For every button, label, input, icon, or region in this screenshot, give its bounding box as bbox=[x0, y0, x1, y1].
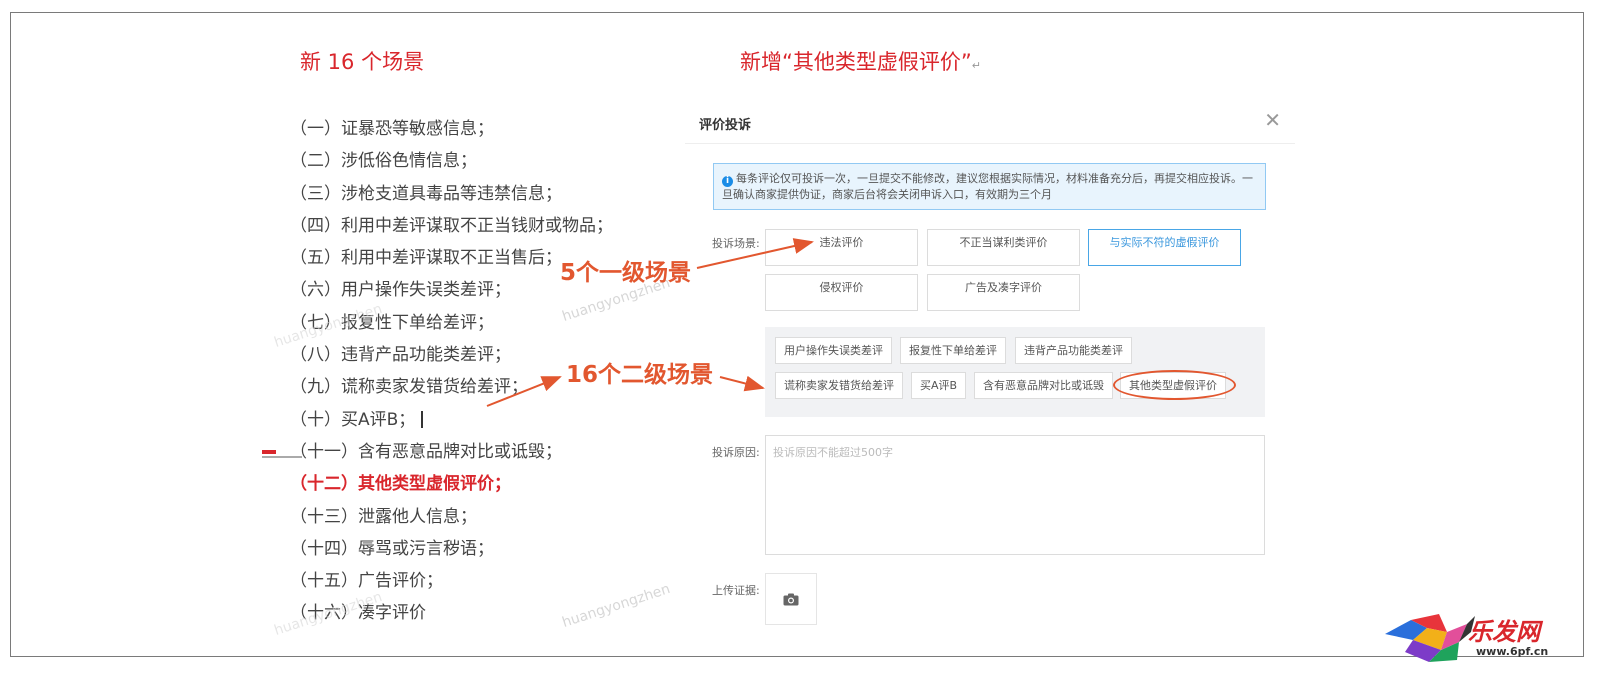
annotation-arrows bbox=[486, 238, 814, 407]
logo-text: 乐发网 bbox=[1468, 617, 1540, 646]
arrow-to-list bbox=[486, 376, 562, 407]
arrow-to-level1 bbox=[696, 238, 814, 269]
annotation-level1: 5个一级场景 bbox=[560, 260, 692, 286]
logo-url: www.6pf.cn bbox=[1476, 645, 1549, 658]
arrow-to-level2 bbox=[719, 375, 765, 392]
annotation-level2: 16个二级场景 bbox=[566, 362, 714, 388]
